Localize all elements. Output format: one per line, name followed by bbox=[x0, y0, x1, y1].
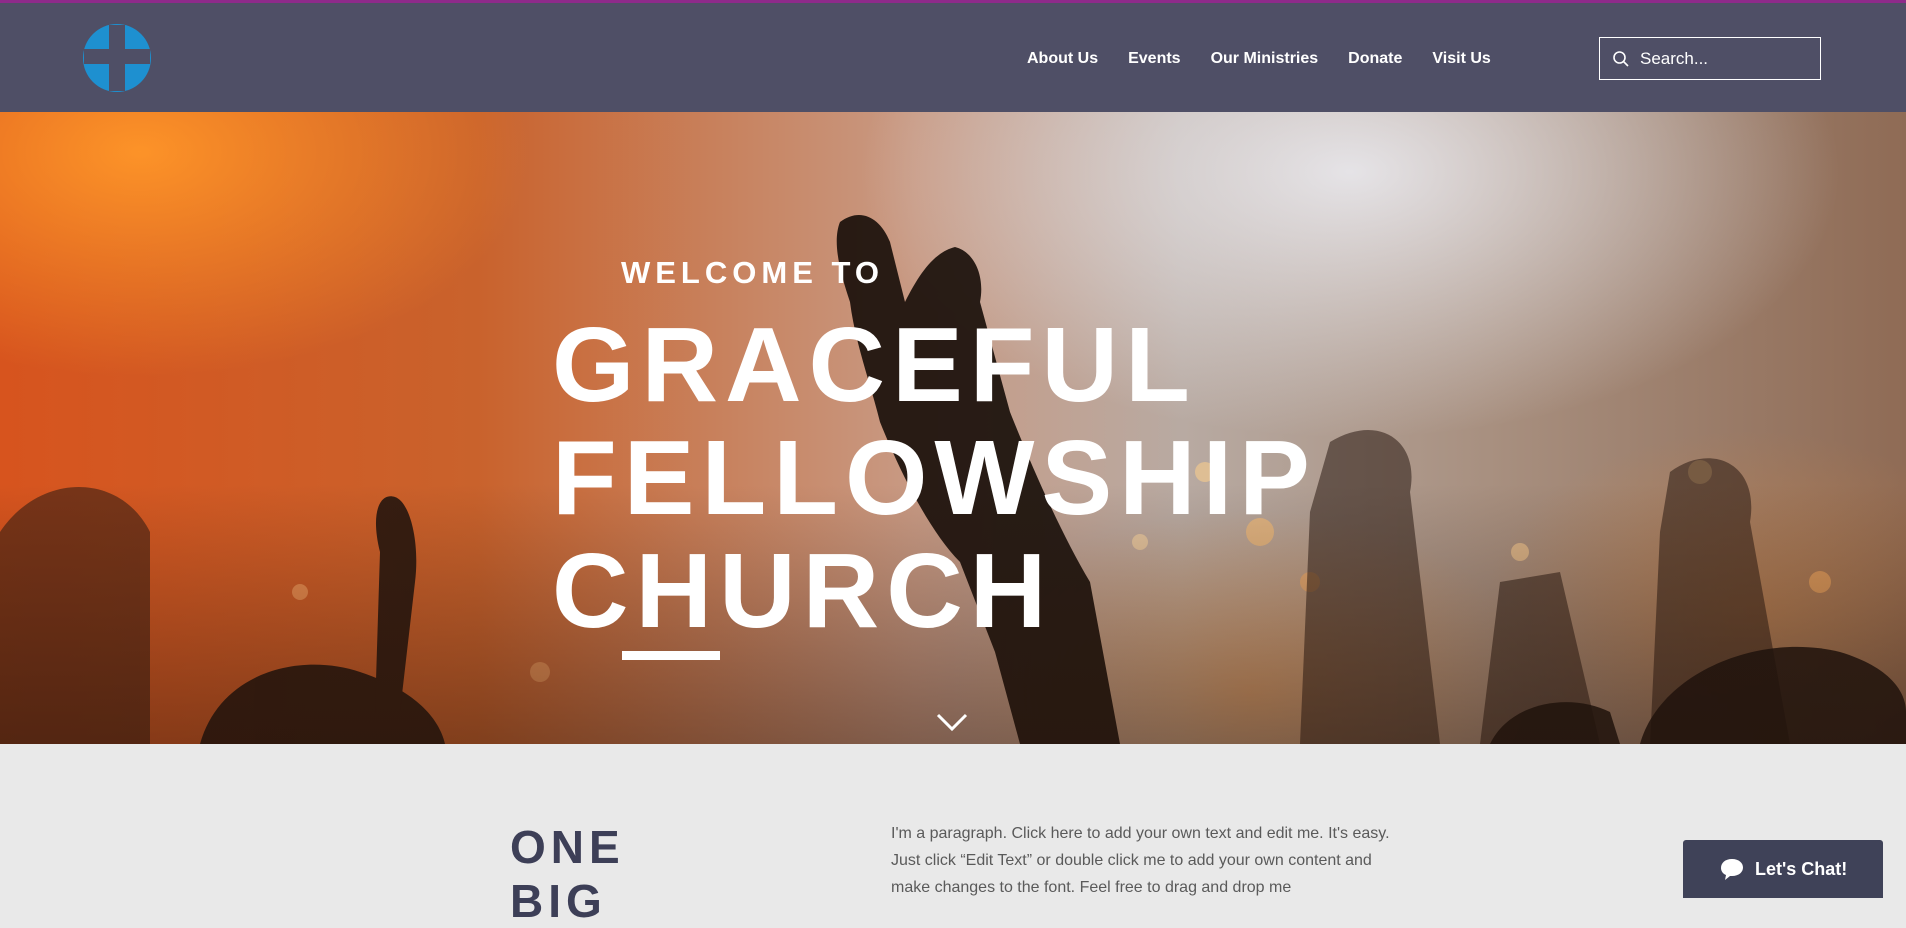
hero-title-line-3: CHURCH bbox=[552, 532, 1054, 650]
search-icon bbox=[1613, 50, 1629, 67]
nav-visit-us[interactable]: Visit Us bbox=[1432, 47, 1490, 71]
intro-section: ONE BIG I'm a paragraph. Click here to a… bbox=[0, 744, 1906, 927]
nav-donate[interactable]: Donate bbox=[1348, 47, 1402, 71]
chat-button[interactable]: Let's Chat! bbox=[1683, 840, 1883, 898]
chat-label: Let's Chat! bbox=[1755, 858, 1848, 879]
hero-title-line-2: FELLOWSHIP bbox=[552, 419, 1317, 537]
section-heading-line-2: BIG bbox=[510, 875, 607, 927]
intro-paragraph: I'm a paragraph. Click here to add your … bbox=[891, 825, 1390, 896]
hero-title-line-1: GRACEFUL bbox=[552, 306, 1197, 424]
section-heading-line-1: ONE bbox=[510, 821, 625, 873]
hero-banner: WELCOME TO GRACEFUL FELLOWSHIP CHURCH bbox=[0, 112, 1906, 744]
search-box[interactable] bbox=[1599, 37, 1821, 80]
nav-events[interactable]: Events bbox=[1128, 47, 1180, 71]
site-header: About Us Events Our Ministries Donate Vi… bbox=[0, 3, 1906, 112]
welcome-kicker: WELCOME TO bbox=[621, 255, 884, 290]
title-underline bbox=[622, 651, 720, 660]
cross-logo-icon[interactable] bbox=[82, 23, 152, 93]
main-nav: About Us Events Our Ministries Donate Vi… bbox=[1027, 47, 1521, 71]
chat-bubble-icon bbox=[1721, 859, 1743, 880]
search-input[interactable] bbox=[1638, 47, 1812, 70]
chevron-down-icon[interactable] bbox=[936, 712, 968, 732]
nav-our-ministries[interactable]: Our Ministries bbox=[1211, 47, 1319, 71]
nav-about-us[interactable]: About Us bbox=[1027, 47, 1098, 71]
